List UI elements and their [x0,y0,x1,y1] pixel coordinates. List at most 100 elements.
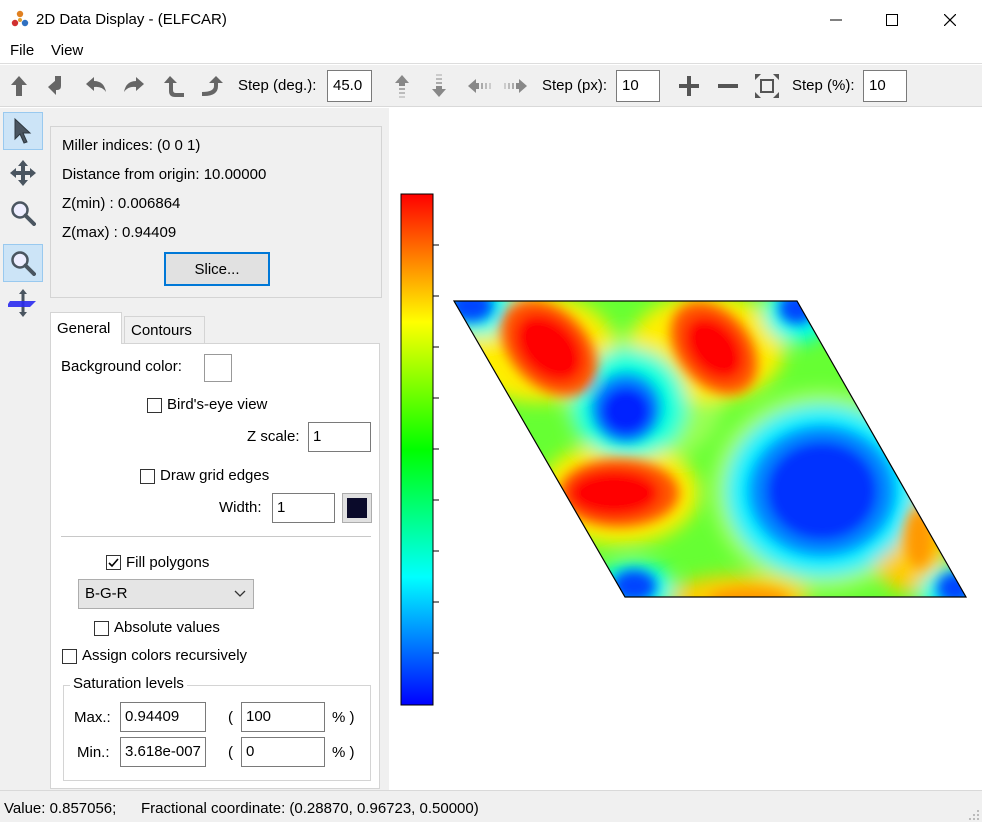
birds-eye-label: Bird's-eye view [167,396,268,413]
slice-plane-tool-button[interactable] [3,284,43,322]
absolute-values-label: Absolute values [114,619,220,636]
min-percent-unit: % ) [332,744,355,761]
slice-plot[interactable] [389,108,982,790]
move-arrows-icon [10,160,36,186]
minimize-button[interactable] [808,0,864,40]
color-bar [400,193,439,706]
maximize-icon [886,14,898,26]
chevron-down-icon [234,590,246,597]
rotate-left-button[interactable] [82,72,110,100]
max-percent-unit: % ) [332,709,355,726]
colormap-value: B-G-R [85,585,128,602]
tab-contours[interactable]: Contours [124,316,205,344]
rotate-ccw-button[interactable] [160,72,188,100]
status-bar: Value: 0.857056; Fractional coordinate: … [0,790,982,822]
toolbar: Step (deg.): 45.0 Step (px): 10 Step (%)… [0,65,982,107]
max-input[interactable]: 0.94409 [120,702,206,732]
magnifier-icon [11,201,36,226]
saturation-levels-title: Saturation levels [70,675,187,692]
slice-button[interactable]: Slice... [164,252,270,286]
properties-panel: Miller indices: (0 0 1) Distance from or… [45,108,389,790]
assign-colors-recursively-checkbox[interactable] [62,649,77,664]
draw-grid-edges-checkbox[interactable] [140,469,155,484]
minus-icon [718,84,738,88]
zoom-tool-button[interactable] [3,194,43,232]
zoom-out-button[interactable] [714,72,742,100]
min-percent-input[interactable]: 0 [241,737,325,767]
birds-eye-checkbox[interactable] [147,398,162,413]
minimize-icon [830,19,842,21]
pan-up-icon [395,75,409,98]
z-scale-label: Z scale: [247,428,300,445]
draw-grid-edges-label: Draw grid edges [160,467,270,484]
min-paren: ( [228,744,233,761]
maximize-button[interactable] [864,0,920,40]
pan-left-button[interactable] [465,72,493,100]
rotate-cw-button[interactable] [198,72,226,100]
menu-file[interactable]: File [8,42,36,59]
curved-arrow-down-icon [48,76,61,95]
menu-bar: File View [0,40,982,64]
separator [61,536,371,537]
max-percent-input[interactable]: 100 [241,702,325,732]
select-tool-button[interactable] [3,112,43,150]
plus-icon [679,76,699,96]
tool-strip [0,108,45,790]
pan-up-button[interactable] [388,72,416,100]
curved-arrow-left-icon [86,77,106,92]
fill-polygons-label: Fill polygons [126,554,210,571]
zoom-region-tool-button[interactable] [3,244,43,282]
rotate-up-button[interactable] [5,72,33,100]
arrow-up-icon [11,76,27,96]
pan-right-icon [504,79,527,93]
rotate-ccw-icon [164,76,184,97]
pan-down-icon [432,74,446,97]
z-scale-input[interactable]: 1 [308,422,371,452]
magnifier-icon [11,251,36,276]
app-icon [11,10,29,27]
min-label: Min.: [77,744,110,761]
pan-right-button[interactable] [502,72,530,100]
fit-screen-icon [755,74,779,98]
pan-step-label: Step (px): [542,77,608,94]
cursor-arrow-icon [14,117,32,144]
general-tab-page: Background color: Bird's-eye view Z scal… [50,343,380,789]
window-title: 2D Data Display - (ELFCAR) [36,11,227,28]
assign-colors-recursively-label: Assign colors recursively [82,647,248,664]
status-fractional-coordinate: Fractional coordinate: (0.28870, 0.96723… [141,800,479,817]
min-input[interactable]: 3.618e-007 [120,737,206,767]
title-bar: 2D Data Display - (ELFCAR) [0,0,982,40]
pan-left-icon [468,79,491,93]
tab-general[interactable]: General [50,312,122,344]
z-max-value: Z(max) : 0.94409 [62,224,177,241]
z-min-value: Z(min) : 0.006864 [62,195,181,212]
zoom-step-input[interactable]: 10 [863,70,907,102]
background-color-swatch[interactable] [204,354,232,382]
status-value: Value: 0.857056; [4,800,117,817]
width-input[interactable]: 1 [272,493,335,523]
close-button[interactable] [922,0,978,40]
max-paren: ( [228,709,233,726]
menu-view[interactable]: View [49,42,85,59]
fit-view-button[interactable] [753,72,781,100]
slice-info-box: Miller indices: (0 0 1) Distance from or… [50,126,382,298]
colormap-select[interactable]: B-G-R [78,579,254,609]
fill-polygons-checkbox[interactable] [106,555,121,570]
saturation-levels-group: Saturation levels Max.: 0.94409 ( 100 % … [63,675,371,781]
rotation-step-input[interactable]: 45.0 [327,70,372,102]
curved-arrow-right-icon [124,77,144,92]
close-icon [944,14,956,26]
resize-grip-icon[interactable] [966,807,980,821]
rotate-right-button[interactable] [120,72,148,100]
grid-color-button[interactable] [342,493,372,523]
rotate-down-button[interactable] [43,72,71,100]
zoom-step-label: Step (%): [792,77,855,94]
pan-down-button[interactable] [425,72,453,100]
plot-canvas[interactable] [389,108,982,790]
zoom-in-button[interactable] [675,72,703,100]
move-tool-button[interactable] [3,154,43,192]
absolute-values-checkbox[interactable] [94,621,109,636]
max-label: Max.: [74,709,111,726]
pan-step-input[interactable]: 10 [616,70,660,102]
elf-slice-map[interactable] [429,280,982,619]
